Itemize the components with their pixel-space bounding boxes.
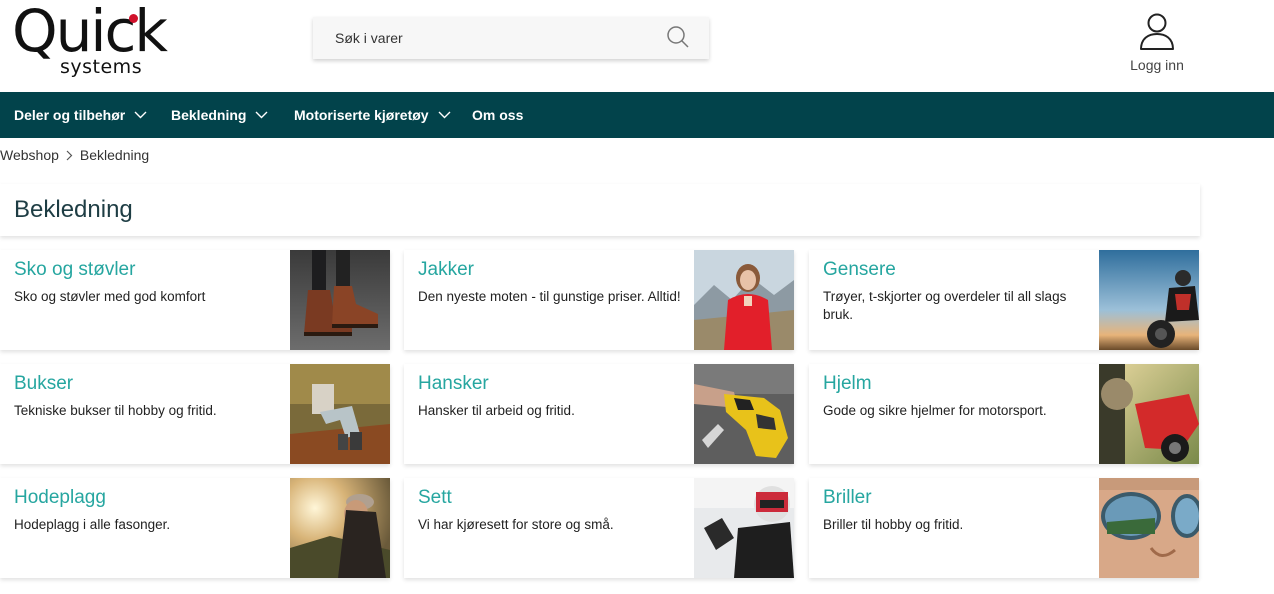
category-description: Tekniske bukser til hobby og fritid. [14, 403, 217, 418]
page-title: Bekledning [14, 196, 133, 223]
quick-systems-logo[interactable]: Quick systems [12, 2, 172, 82]
chevron-down-icon [134, 111, 147, 119]
chevron-down-icon [438, 111, 451, 119]
breadcrumb-home-link[interactable]: Webshop [0, 147, 59, 163]
sweater-image[interactable] [1099, 250, 1199, 350]
helmet-image[interactable] [1099, 364, 1199, 464]
gloves-image[interactable] [694, 364, 794, 464]
breadcrumb: Webshop Bekledning [0, 146, 149, 164]
nav-item-motoriserte-kjoretoy[interactable]: Motoriserte kjøretøy [294, 92, 451, 138]
user-icon [1124, 12, 1190, 52]
category-description: Den nyeste moten - til gunstige priser. … [418, 289, 681, 304]
search-box [313, 17, 709, 59]
category-description: Hodeplagg i alle fasonger. [14, 517, 171, 532]
category-title[interactable]: Bukser [14, 373, 73, 395]
category-description: Briller til hobby og fritid. [823, 517, 964, 532]
category-title[interactable]: Sko og støvler [14, 259, 135, 281]
category-card-briller[interactable]: Briller Briller til hobby og fritid. [809, 478, 1199, 578]
site-header: Quick systems Logg inn [0, 0, 1274, 92]
chevron-right-icon [66, 150, 73, 161]
glasses-image[interactable] [1099, 478, 1199, 578]
category-description: Trøyer, t-skjorter og overdeler til all … [823, 289, 1067, 322]
category-title[interactable]: Hjelm [823, 373, 872, 395]
boots-image[interactable] [290, 250, 390, 350]
category-card-hansker[interactable]: Hansker Hansker til arbeid og fritid. [404, 364, 794, 464]
logo-dot [129, 14, 138, 23]
category-card-bukser[interactable]: Bukser Tekniske bukser til hobby og frit… [0, 364, 390, 464]
login-button[interactable]: Logg inn [1124, 12, 1190, 80]
trousers-image[interactable] [290, 364, 390, 464]
category-card-gensere[interactable]: Gensere Trøyer, t-skjorter og overdeler … [809, 250, 1199, 350]
category-title[interactable]: Briller [823, 487, 872, 509]
category-card-jakker[interactable]: Jakker Den nyeste moten - til gunstige p… [404, 250, 794, 350]
nav-item-label: Bekledning [171, 107, 247, 123]
category-title[interactable]: Jakker [418, 259, 474, 281]
category-card-hjelm[interactable]: Hjelm Gode og sikre hjelmer for motorspo… [809, 364, 1199, 464]
category-title[interactable]: Sett [418, 487, 452, 509]
category-description: Sko og støvler med god komfort [14, 289, 206, 304]
category-description: Hansker til arbeid og fritid. [418, 403, 575, 418]
logo-wordmark: Quick [12, 0, 168, 65]
page-title-box: Bekledning [0, 184, 1200, 236]
category-title[interactable]: Gensere [823, 259, 896, 281]
category-title[interactable]: Hansker [418, 373, 489, 395]
breadcrumb-current: Bekledning [79, 147, 150, 163]
category-card-sett[interactable]: Sett Vi har kjøresett for store og små. [404, 478, 794, 578]
nav-item-deler-og-tilbehor[interactable]: Deler og tilbehør [14, 92, 147, 138]
category-description: Gode og sikre hjelmer for motorsport. [823, 403, 1047, 418]
search-input[interactable] [313, 17, 653, 59]
nav-item-bekledning[interactable]: Bekledning [171, 92, 268, 138]
login-label: Logg inn [1130, 57, 1184, 73]
nav-item-om-oss[interactable]: Om oss [472, 92, 523, 138]
category-title[interactable]: Hodeplagg [14, 487, 106, 509]
nav-item-label: Om oss [472, 107, 524, 123]
headwear-image[interactable] [290, 478, 390, 578]
main-navigation: Deler og tilbehør Bekledning Motoriserte… [0, 92, 1274, 138]
jacket-image[interactable] [694, 250, 794, 350]
nav-item-label: Motoriserte kjøretøy [294, 107, 429, 123]
category-card-sko-og-stovler[interactable]: Sko og støvler Sko og støvler med god ko… [0, 250, 390, 350]
riding-set-image[interactable] [694, 478, 794, 578]
category-card-hodeplagg[interactable]: Hodeplagg Hodeplagg i alle fasonger. [0, 478, 390, 578]
search-icon[interactable] [665, 24, 691, 50]
logo-subtitle: systems [60, 56, 143, 78]
nav-item-label: Deler og tilbehør [14, 107, 126, 123]
chevron-down-icon [255, 111, 268, 119]
category-description: Vi har kjøresett for store og små. [418, 517, 614, 532]
